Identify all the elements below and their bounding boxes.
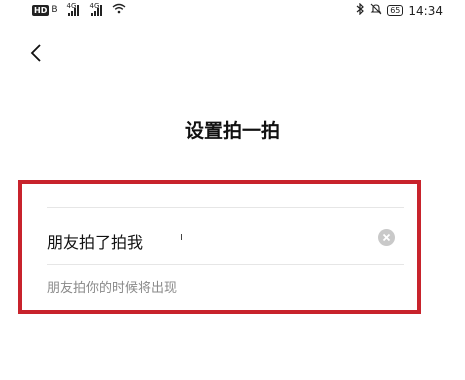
page-title: 设置拍一拍 [184,120,280,142]
status-bar: HD B 4G 4G 65 14:34 [0,0,465,26]
wifi-icon [112,3,126,17]
status-time: 14:34 [408,3,443,18]
back-button[interactable] [26,42,48,64]
highlight-box [18,180,421,314]
signal-icon-2: 4G [90,2,102,16]
bluetooth-icon [356,2,365,18]
status-bar-right: 65 14:34 [356,2,443,18]
status-bar-left: HD B 4G 4G [32,2,126,17]
sim-label: B [51,5,58,15]
mute-icon [370,3,382,18]
signal-icon: 4G [67,2,79,16]
chevron-left-icon [30,44,41,62]
battery-icon: 65 [387,5,404,16]
hd-badge: HD [32,4,50,16]
